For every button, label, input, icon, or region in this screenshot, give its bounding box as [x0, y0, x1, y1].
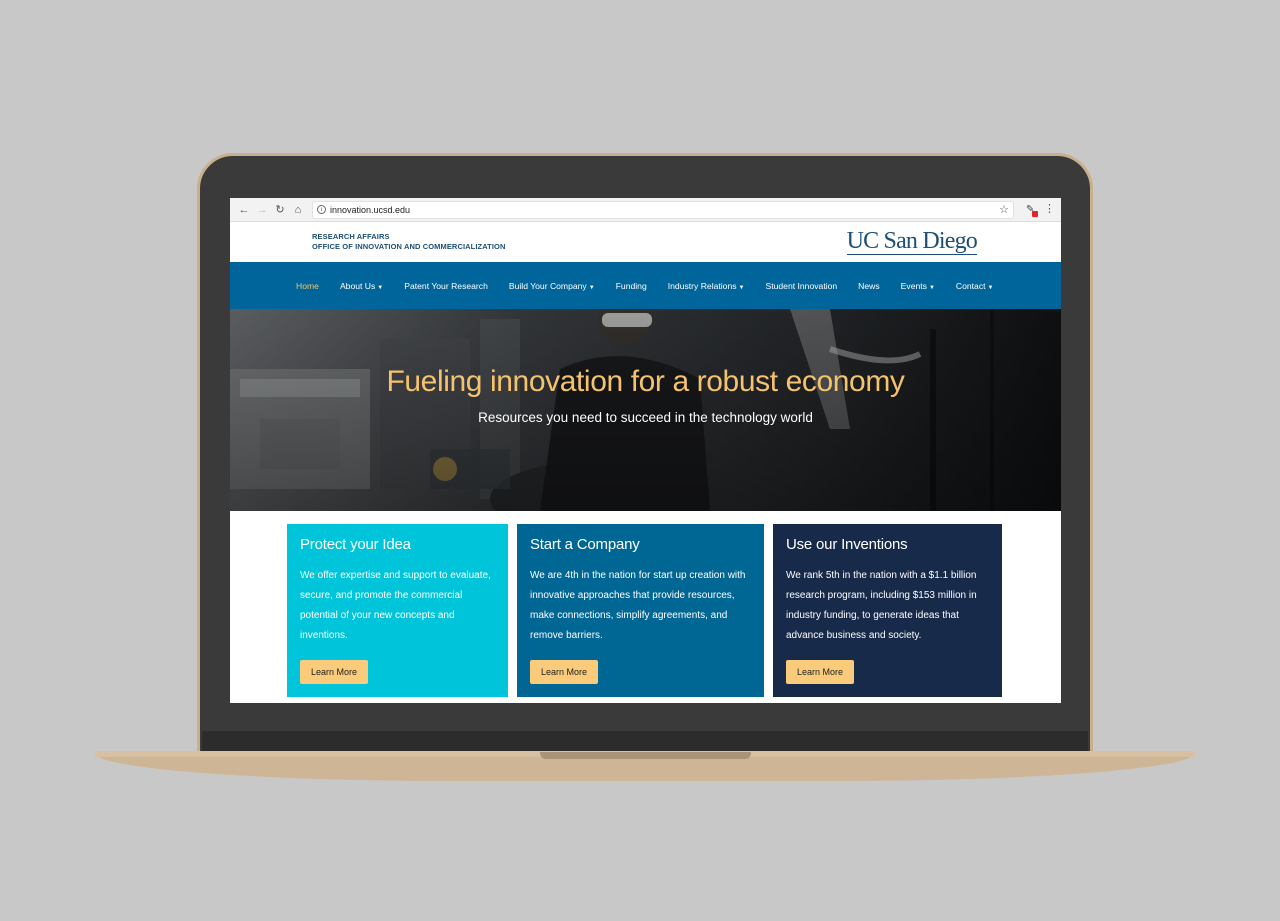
bookmark-star-icon[interactable]: ☆ — [999, 203, 1009, 216]
hero-banner: Fueling innovation for a robust economy … — [230, 309, 1061, 511]
back-arrow-icon[interactable]: ← — [236, 202, 252, 218]
card-use-our-inventions: Use our Inventions We rank 5th in the na… — [773, 524, 1002, 697]
url-text: innovation.ucsd.edu — [330, 204, 411, 215]
nav-label: Patent Your Research — [404, 280, 488, 291]
nav-item-funding[interactable]: Funding — [616, 281, 647, 291]
dept-line-1: RESEARCH AFFAIRS — [312, 232, 390, 241]
nav-label: Build Your Company — [508, 280, 587, 291]
forward-arrow-icon[interactable]: → — [254, 202, 270, 218]
ucsd-logo[interactable]: UC San Diego — [846, 229, 978, 255]
department-name[interactable]: RESEARCH AFFAIRS OFFICE OF INNOVATION AN… — [312, 232, 506, 252]
nav-label: Home — [296, 280, 319, 291]
nav-item-events[interactable]: Events ▼ — [901, 281, 935, 291]
hero-subtitle: Resources you need to succeed in the tec… — [478, 410, 813, 425]
kebab-menu-icon[interactable]: ⋮ — [1044, 204, 1055, 215]
nav-item-home[interactable]: Home — [296, 281, 319, 291]
feature-cards: Protect your Idea We offer expertise and… — [230, 511, 1061, 703]
card-title: Use our Inventions — [786, 536, 908, 553]
card-body: We offer expertise and support to evalua… — [300, 570, 491, 641]
card-start-a-company: Start a Company We are 4th in the nation… — [517, 524, 764, 697]
card-title: Start a Company — [530, 536, 640, 553]
extension-badge — [1032, 210, 1038, 217]
browser-screen: ← → ↻ ⌂ i innovation.ucsd.edu ☆ ✎ ⋮ RESE… — [230, 198, 1061, 703]
nav-item-patent-your-research[interactable]: Patent Your Research — [404, 281, 488, 291]
hero-title: Fueling innovation for a robust economy — [386, 365, 905, 398]
nav-label: Events — [900, 280, 927, 291]
caret-down-icon: ▼ — [588, 284, 595, 291]
extension-icon[interactable]: ✎ — [1024, 203, 1038, 217]
address-bar[interactable]: i innovation.ucsd.edu ☆ — [312, 200, 1014, 219]
reload-icon[interactable]: ↻ — [272, 202, 288, 218]
browser-toolbar: ← → ↻ ⌂ i innovation.ucsd.edu ☆ ✎ ⋮ — [230, 198, 1061, 222]
card-title: Protect your Idea — [300, 536, 411, 553]
main-navigation: Home About Us ▼ Patent Your Research Buil… — [230, 262, 1061, 309]
caret-down-icon: ▼ — [987, 284, 994, 291]
nav-label: Industry Relations — [667, 280, 737, 291]
caret-down-icon: ▼ — [738, 284, 745, 291]
nav-item-contact[interactable]: Contact ▼ — [956, 281, 994, 291]
nav-item-industry-relations[interactable]: Industry Relations ▼ — [668, 281, 745, 291]
dept-line-2: OFFICE OF INNOVATION AND COMMERCIALIZATI… — [312, 242, 506, 251]
nav-item-news[interactable]: News — [858, 281, 880, 291]
nav-item-student-innovation[interactable]: Student Innovation — [766, 281, 838, 291]
learn-more-button[interactable]: Learn More — [786, 660, 855, 684]
home-icon[interactable]: ⌂ — [290, 202, 306, 218]
nav-label: About Us — [339, 280, 376, 291]
card-protect-your-idea: Protect your Idea We offer expertise and… — [287, 524, 508, 697]
laptop-lid-bottom — [202, 731, 1088, 751]
nav-item-build-your-company[interactable]: Build Your Company ▼ — [509, 281, 595, 291]
nav-label: News — [858, 280, 880, 291]
learn-more-button[interactable]: Learn More — [300, 660, 369, 684]
nav-label: Funding — [615, 280, 647, 291]
info-icon[interactable]: i — [317, 205, 326, 214]
laptop-notch — [540, 752, 751, 759]
nav-label: Contact — [955, 280, 986, 291]
nav-item-about-us[interactable]: About Us ▼ — [340, 281, 383, 291]
card-body: We rank 5th in the nation with a $1.1 bi… — [786, 570, 977, 641]
learn-more-button[interactable]: Learn More — [530, 660, 599, 684]
caret-down-icon: ▼ — [928, 284, 935, 291]
site-header: RESEARCH AFFAIRS OFFICE OF INNOVATION AN… — [230, 222, 1061, 262]
caret-down-icon: ▼ — [377, 284, 384, 291]
card-body: We are 4th in the nation for start up cr… — [530, 570, 746, 641]
nav-label: Student Innovation — [765, 280, 838, 291]
